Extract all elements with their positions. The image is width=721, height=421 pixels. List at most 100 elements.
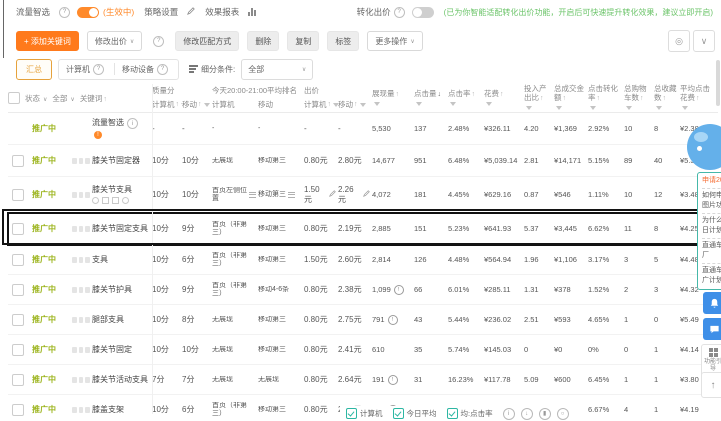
edit-pencil-icon[interactable]	[329, 190, 336, 199]
keyword-link[interactable]: 膝关节固定器	[92, 156, 140, 165]
column-header-metric[interactable]: 点击率↑	[448, 84, 484, 112]
row-checkbox[interactable]	[12, 283, 24, 296]
keyword-link[interactable]: 膝关节支具	[92, 185, 132, 194]
help-panel-link[interactable]: 申请20	[702, 176, 721, 186]
copy-button[interactable]: 复制	[287, 31, 320, 51]
row-checkbox[interactable]	[12, 313, 24, 326]
select-all-checkbox[interactable]	[8, 92, 20, 104]
more-actions-dropdown[interactable]: 更多操作 ∨	[367, 31, 423, 51]
table-row[interactable]: 推广中 腿部支具 10分 8分 无展现 移动第三 0.80元 2.75元 791! 43 5.44%…	[8, 305, 718, 335]
footer-chart-icon[interactable]: ▮	[538, 407, 551, 420]
sort-arrow-icon[interactable]: ↑	[563, 95, 567, 102]
table-row[interactable]: 推广中 膝关节活动支具 7分 7分 无展现 无展现 0.80元 2.64元 191! 31 16.2…	[8, 365, 718, 395]
filter-funnel-icon[interactable]	[450, 101, 456, 106]
keyword-tool-icon[interactable]	[122, 197, 129, 204]
column-header-metric[interactable]: 花费↑	[484, 84, 524, 112]
alert-dot-icon[interactable]: !	[94, 131, 102, 140]
filter-funnel-icon[interactable]	[656, 106, 662, 110]
filter-funnel-icon[interactable]	[590, 106, 596, 110]
filter-funnel-icon[interactable]	[626, 106, 632, 110]
delete-button[interactable]: 删除	[247, 31, 280, 51]
column-header-metric[interactable]: 投入产出比↑	[524, 84, 554, 112]
keyword-link[interactable]: 膝关节活动支具	[92, 375, 148, 384]
column-keyword-sort[interactable]: 关键词↑	[80, 93, 107, 104]
rank-menu-icon[interactable]	[249, 190, 256, 199]
sort-arrow-icon[interactable]: ↑	[540, 95, 544, 102]
table-row[interactable]: 推广中 膝关节固定支具 10分 9分 首页（非第三） 移动第三 0.80元 2.19元 2,88…	[7, 212, 719, 246]
back-to-top-button[interactable]: ↑	[701, 372, 721, 398]
row-checkbox[interactable]	[12, 222, 24, 235]
column-header-metric[interactable]: 总成交金额↑	[554, 84, 588, 112]
help-panel-link[interactable]: 日计划投	[702, 226, 721, 236]
edit-pencil-icon[interactable]	[363, 190, 370, 199]
bar-chart-icon[interactable]	[248, 8, 257, 16]
sort-arrow-icon[interactable]: ↑	[396, 91, 400, 98]
column-header-metric[interactable]: 平均点击花费↑	[680, 84, 718, 112]
footer-refresh-icon[interactable]: ○	[556, 407, 569, 420]
modify-match-button[interactable]: 修改匹配方式	[175, 31, 240, 51]
column-header-metric[interactable]: 总收藏数↑	[654, 84, 680, 112]
help-icon[interactable]	[153, 35, 165, 47]
help-panel-link[interactable]: 为什么过	[702, 216, 721, 226]
column-header-metric[interactable]: 展现量↑	[372, 84, 414, 112]
help-panel-link[interactable]: 直通车推	[702, 266, 721, 276]
legend-item[interactable]: 计算机	[346, 408, 383, 419]
column-header-metric[interactable]: 点击量↓	[414, 84, 448, 112]
tab-summary[interactable]: 汇总	[16, 58, 52, 80]
tab-pc[interactable]: 计算机	[59, 63, 114, 75]
collapse-icon[interactable]: ∨	[693, 30, 715, 52]
row-checkbox[interactable]	[12, 343, 24, 356]
impression-limited-icon[interactable]: !	[393, 284, 404, 295]
impression-limited-icon[interactable]: !	[387, 314, 398, 325]
chat-button[interactable]	[703, 318, 721, 340]
effect-report-link[interactable]: 效果报表	[205, 6, 239, 18]
table-row[interactable]: 推广中 支具 10分 6分 首页（非第三） 移动第三 1.50元 2.60元 2,814 126 4…	[8, 245, 718, 275]
help-panel-link[interactable]: 厂	[702, 251, 721, 261]
bid-mobile-sort[interactable]: 移动 ↑	[338, 97, 372, 112]
filter-funnel-icon[interactable]	[416, 101, 422, 106]
quality-pc-sort[interactable]: 计算机 ↑	[152, 97, 182, 112]
table-row[interactable]: 推广中 膝关节护具 10分 9分 首页（非第三） 移动4-6条 0.80元 2.38元 1,09…	[8, 275, 718, 305]
row-checkbox[interactable]	[12, 154, 24, 167]
keyword-tool-icon[interactable]	[102, 197, 109, 204]
help-panel-link[interactable]: 如何申请	[702, 191, 721, 201]
sort-arrow-icon[interactable]: ↓	[438, 91, 442, 98]
conversion-bid-toggle[interactable]	[411, 6, 434, 18]
legend-item[interactable]: 均:点击率	[446, 408, 493, 419]
impression-limited-icon[interactable]: !	[387, 374, 398, 385]
help-panel-link[interactable]: 广计划	[702, 276, 721, 286]
add-keyword-button[interactable]: + 添加关键词	[16, 31, 79, 51]
keyword-link[interactable]: 腿部支具	[92, 315, 124, 324]
table-row[interactable]: 推广中 膝关节支具 10分 10分 首页左侧位置 移动第三 1.50元 2.26元 4,072 1…	[8, 177, 718, 213]
filter-funnel-icon[interactable]	[682, 106, 688, 110]
segment-select[interactable]: 全部 ∨	[241, 58, 314, 80]
settings-icon[interactable]: ◎	[668, 30, 690, 52]
keyword-tool-icon[interactable]	[112, 197, 119, 204]
rank-menu-icon[interactable]	[288, 190, 295, 199]
legend-item[interactable]: 今日平均	[392, 408, 437, 419]
sort-arrow-icon[interactable]: ↑	[640, 95, 644, 102]
row-checkbox[interactable]	[12, 373, 24, 386]
column-scope-filter[interactable]: 全部 ∨	[52, 93, 74, 104]
scrollbar-thumb[interactable]	[716, 60, 720, 106]
filter-funnel-icon[interactable]	[526, 106, 532, 110]
edit-pencil-icon[interactable]	[187, 7, 195, 17]
help-icon[interactable]	[59, 6, 71, 18]
sort-arrow-icon[interactable]: ↑	[500, 91, 504, 98]
help-panel-link[interactable]: 图片功能	[702, 201, 721, 211]
help-icon[interactable]	[393, 6, 405, 18]
filter-funnel-icon[interactable]	[556, 106, 562, 110]
sort-arrow-icon[interactable]: ↑	[663, 95, 667, 102]
column-header-metric[interactable]: 总购物车数↑	[624, 84, 654, 112]
keyword-link[interactable]: 膝盖支架	[92, 405, 124, 414]
notification-bell-button[interactable]	[703, 292, 721, 314]
filter-funnel-icon[interactable]	[486, 101, 492, 106]
modify-bid-dropdown[interactable]: 修改出价 ∨	[86, 31, 143, 51]
bid-pc-sort[interactable]: 计算机 ↑	[304, 97, 338, 112]
footer-info-icon[interactable]: i	[502, 407, 515, 420]
row-checkbox[interactable]	[12, 403, 24, 416]
info-icon[interactable]	[127, 118, 138, 130]
sort-arrow-icon[interactable]: ↑	[597, 95, 601, 102]
table-row[interactable]: 推广中 膝关节固定 10分 10分 无展现 移动第三 0.80元 2.41元 610 35 5.74…	[8, 335, 718, 365]
sort-arrow-icon[interactable]: ↑	[696, 95, 700, 102]
